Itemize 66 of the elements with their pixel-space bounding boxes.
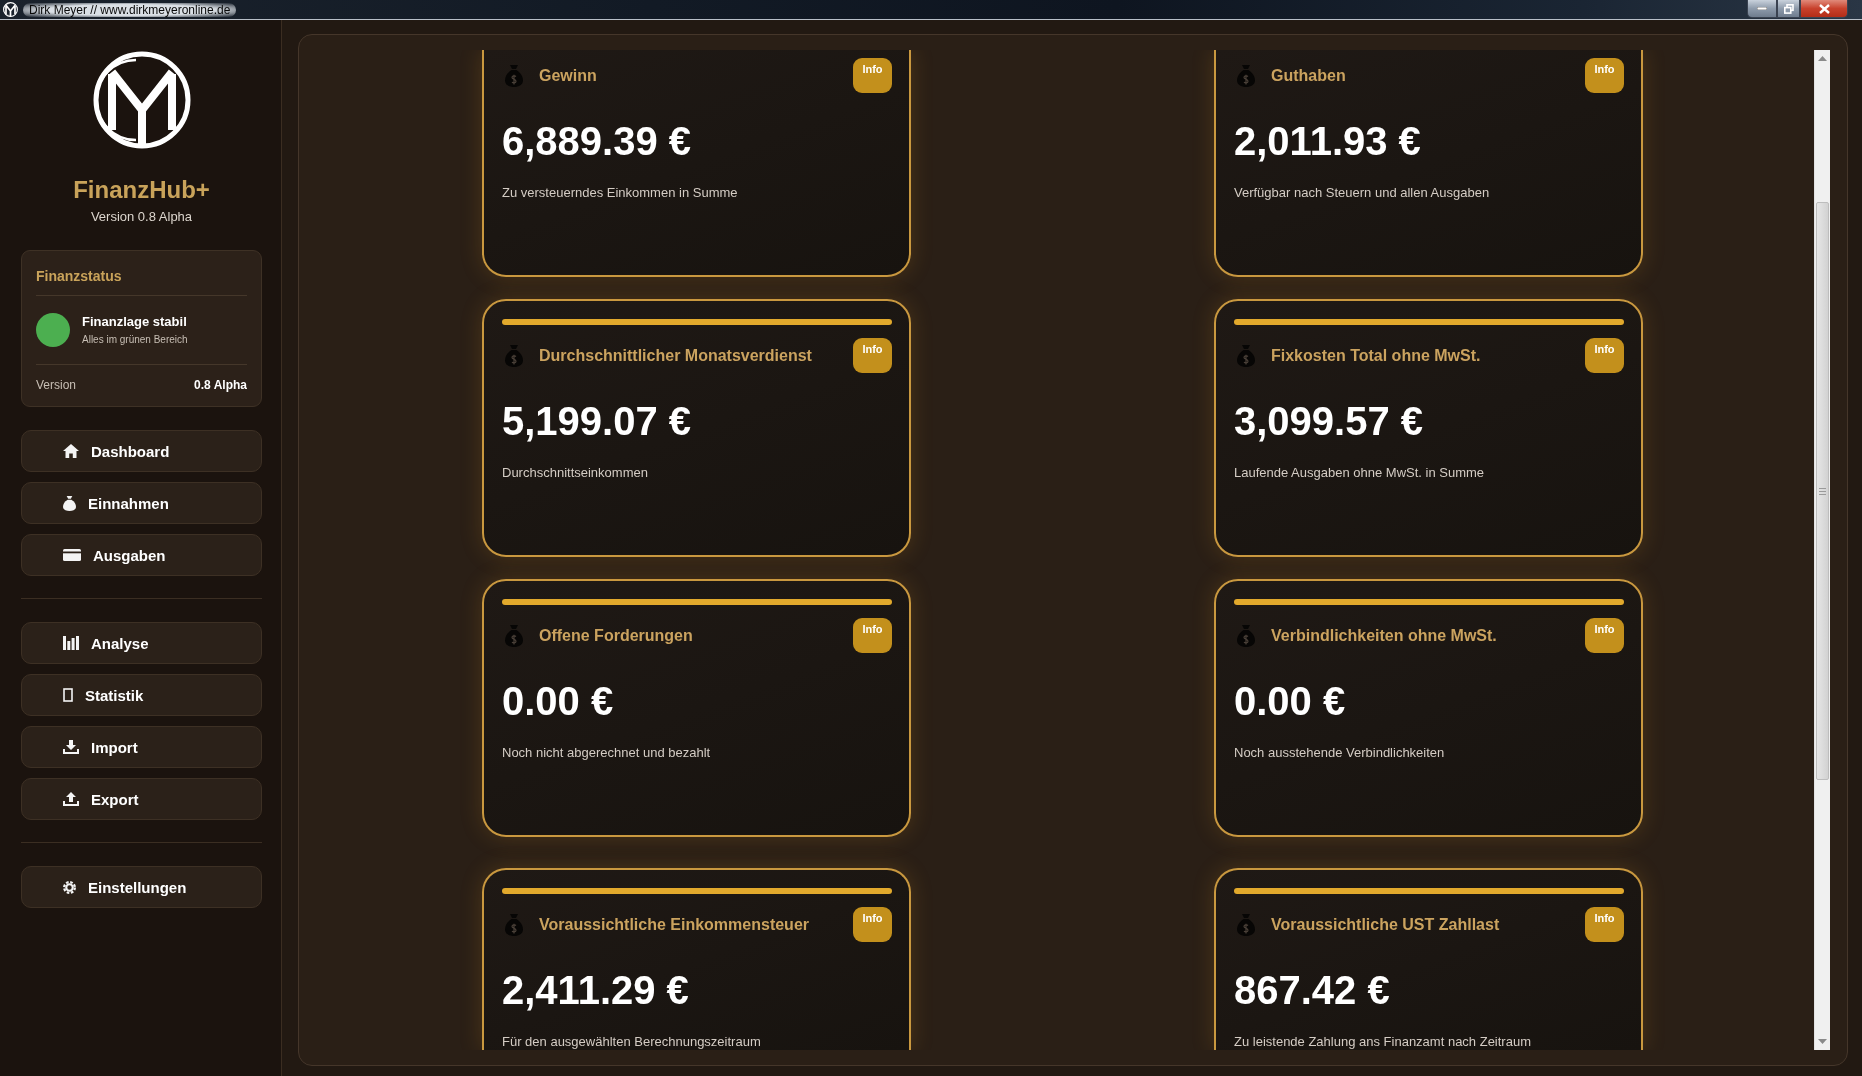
money-bag-icon xyxy=(1237,913,1255,936)
card-description: Zu versteuerndes Einkommen in Summe xyxy=(502,185,739,200)
nav-button[interactable]: Import xyxy=(21,726,262,768)
version-value: 0.8 Alpha xyxy=(194,377,247,393)
card-value: 6,889.39 € xyxy=(502,119,693,163)
money-bag-icon xyxy=(1237,64,1255,87)
card-description: Verfügbar nach Steuern und allen Ausgaben xyxy=(1234,185,1491,200)
minimize-button[interactable] xyxy=(1747,0,1777,18)
money-bag-icon xyxy=(505,344,523,367)
card-title: Guthaben xyxy=(1271,66,1346,85)
nav-button[interactable]: Einnahmen xyxy=(21,482,262,524)
card-title: Fixkosten Total ohne MwSt. xyxy=(1271,346,1481,365)
status-detail: Alles im grünen Bereich xyxy=(82,333,188,347)
maximize-button[interactable] xyxy=(1777,0,1800,18)
status-card-title: Finanzstatus xyxy=(36,267,123,285)
card-icon xyxy=(63,549,81,561)
upload-icon xyxy=(63,792,79,806)
scroll-down-icon[interactable] xyxy=(1818,1039,1827,1044)
nav-button[interactable]: Statistik xyxy=(21,674,262,716)
card-description: Durchschnittseinkommen xyxy=(502,465,649,480)
card-title: Verbindlichkeiten ohne MwSt. xyxy=(1271,626,1497,645)
money-bag-icon xyxy=(63,495,76,511)
minimize-icon xyxy=(1757,7,1767,10)
close-button[interactable] xyxy=(1800,0,1848,18)
card-value: 2,011.93 € xyxy=(1234,119,1422,163)
card-description: Laufende Ausgaben ohne MwSt. in Summe xyxy=(1234,465,1486,480)
nav-button[interactable]: Dashboard xyxy=(21,430,262,472)
rectangle-icon xyxy=(63,688,73,702)
card-description: Noch ausstehende Verbindlichkeiten xyxy=(1234,745,1446,760)
nav-button[interactable]: Export xyxy=(21,778,262,820)
scroll-up-icon[interactable] xyxy=(1818,56,1827,61)
money-bag-icon xyxy=(1237,624,1255,647)
restore-icon xyxy=(1783,3,1794,14)
card-value: 0.00 € xyxy=(1234,679,1347,723)
money-bag-icon xyxy=(505,624,523,647)
home-icon xyxy=(63,444,79,458)
close-icon xyxy=(1818,3,1830,14)
money-bag-icon xyxy=(505,913,523,936)
app-logo-icon xyxy=(3,2,18,17)
scrollbar-thumb[interactable] xyxy=(1816,202,1829,780)
window-title: Dirk Meyer // www.dirkmeyeronline.de xyxy=(23,2,237,17)
nav-button[interactable]: Ausgaben xyxy=(21,534,262,576)
nav-button[interactable]: Einstellungen xyxy=(21,866,262,908)
card-description: Für den ausgewählten Berechnungszeitraum xyxy=(502,1034,762,1049)
card-value: 867.42 € xyxy=(1234,968,1391,1012)
card-title: Durchschnittlicher Monatsverdienst xyxy=(539,346,812,365)
money-bag-icon xyxy=(1237,344,1255,367)
card-value: 3,099.57 € xyxy=(1234,399,1425,443)
card-title: Offene Forderungen xyxy=(539,626,693,645)
card-value: 0.00 € xyxy=(502,679,615,723)
card-title: Gewinn xyxy=(539,66,597,85)
settings-icon xyxy=(63,880,76,894)
card-title: Voraussichtliche UST Zahllast xyxy=(1271,915,1500,934)
nav-button[interactable]: Analyse xyxy=(21,622,262,664)
app-version: Version 0.8 Alpha xyxy=(89,209,194,225)
card-value: 5,199.07 € xyxy=(502,399,693,443)
download-icon xyxy=(63,740,79,754)
money-bag-icon xyxy=(505,64,523,87)
card-description: Noch nicht abgerechnet und bezahlt xyxy=(502,745,712,760)
bar-chart-icon xyxy=(63,636,79,650)
status-label: Finanzlage stabil xyxy=(82,313,188,330)
card-description: Zu leistende Zahlung ans Finanzamt nach Zeitraum xyxy=(1234,1034,1532,1049)
card-title: Voraussichtliche Einkommensteuer xyxy=(539,915,809,934)
card-value: 2,411.29 € xyxy=(502,968,690,1012)
version-label: Version xyxy=(36,377,77,393)
app-name: FinanzHub+ xyxy=(72,176,211,204)
